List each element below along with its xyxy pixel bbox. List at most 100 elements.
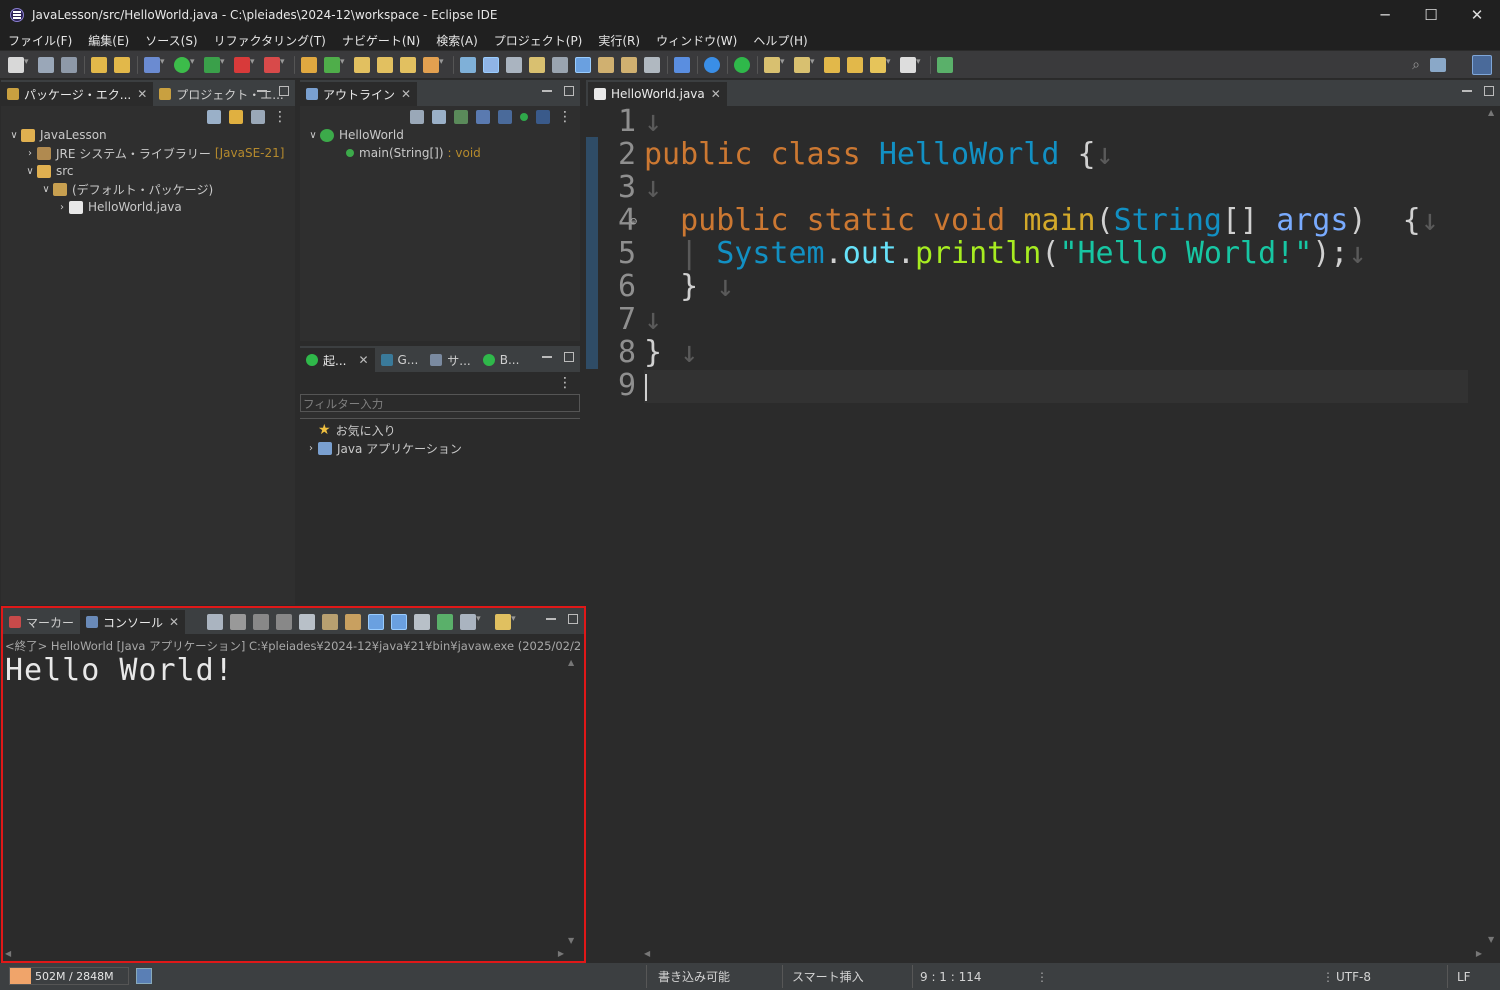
hide-static-icon[interactable]	[476, 110, 490, 124]
scroll-left-icon[interactable]: ◀	[5, 949, 11, 958]
scroll-lock-icon[interactable]	[322, 614, 339, 630]
chevron-down-icon[interactable]: ∨	[23, 166, 37, 177]
line-ending[interactable]: LF	[1457, 963, 1471, 990]
forward-arrow-icon[interactable]	[900, 56, 921, 73]
view-menu-icon[interactable]: ⋮	[558, 110, 572, 124]
tab-gradle[interactable]: G...	[375, 348, 425, 372]
run-icon[interactable]	[174, 56, 195, 73]
new-class-icon[interactable]	[324, 56, 345, 73]
close-tab-icon[interactable]: ✕	[137, 87, 147, 101]
maximize-panel-icon[interactable]	[1484, 86, 1494, 96]
fold-icon[interactable]: ⊖	[630, 214, 637, 228]
new-java-project-icon[interactable]	[301, 56, 317, 73]
editor-horizontal-scrollbar[interactable]: ◀ ▶	[642, 946, 1484, 962]
remove-launch-icon[interactable]	[253, 614, 270, 630]
display-console-icon[interactable]	[437, 614, 454, 630]
console-output[interactable]: Hello World!	[5, 653, 234, 688]
chevron-right-icon[interactable]: ›	[23, 148, 37, 159]
tab-launch[interactable]: 起... ✕	[300, 348, 375, 372]
filter-icon[interactable]	[251, 110, 265, 124]
menu-window[interactable]: ウィンドウ(W)	[656, 32, 737, 49]
save-icon[interactable]	[38, 56, 54, 73]
maximize-panel-icon[interactable]	[568, 614, 578, 624]
view-menu-icon[interactable]: ⋮	[273, 110, 287, 124]
pin-console-icon[interactable]	[414, 614, 431, 630]
tab-markers[interactable]: マーカー	[3, 610, 80, 634]
terminal-icon[interactable]	[674, 56, 690, 73]
tree-item-favorites[interactable]: ★ お気に入り	[304, 421, 580, 439]
menu-file[interactable]: ファイル(F)	[8, 32, 72, 49]
hide-local-types-icon[interactable]	[520, 113, 528, 121]
next-annotation-icon[interactable]	[529, 56, 545, 73]
minimize-panel-icon[interactable]	[1462, 86, 1472, 92]
scroll-right-icon[interactable]: ▶	[558, 949, 564, 958]
collapse-all-icon[interactable]	[410, 110, 424, 124]
maximize-panel-icon[interactable]	[564, 86, 574, 96]
filter-input[interactable]: フィルター入力	[300, 394, 580, 412]
minimize-panel-icon[interactable]	[542, 352, 552, 358]
menu-search[interactable]: 検索(A)	[436, 32, 478, 49]
terminate-icon[interactable]	[230, 614, 247, 630]
hide-fields-icon[interactable]	[454, 110, 468, 124]
scroll-right-icon[interactable]: ▶	[1476, 949, 1482, 958]
word-wrap-icon[interactable]	[345, 614, 362, 630]
heap-status[interactable]: 502M / 2848M	[9, 967, 129, 985]
garbage-collect-icon[interactable]	[136, 968, 152, 984]
code-editor[interactable]: HelloWorld.java ✕ 1 ↓ 2 public class Hel…	[586, 80, 1500, 962]
hide-nonpublic-icon[interactable]	[498, 110, 512, 124]
link-with-editor-icon[interactable]	[229, 110, 243, 124]
clear-console-icon[interactable]	[299, 614, 316, 630]
outline-item-method[interactable]: main(String[]) : void	[306, 144, 580, 162]
tab-helloworld-java[interactable]: HelloWorld.java ✕	[588, 82, 727, 106]
tree-item-project[interactable]: ∨ JavaLesson	[7, 126, 295, 144]
insert-mode-status[interactable]: スマート挿入	[792, 963, 864, 990]
new-icon[interactable]	[8, 56, 29, 73]
menu-source[interactable]: ソース(S)	[145, 32, 197, 49]
back-arrow-icon[interactable]	[870, 56, 891, 73]
outline-item-class[interactable]: ∨ HelloWorld	[306, 126, 580, 144]
show-stderr-icon[interactable]	[391, 614, 408, 630]
external-tools-icon[interactable]	[204, 56, 225, 73]
next-annotation-nav-icon[interactable]	[764, 56, 785, 73]
server-start-icon[interactable]	[734, 56, 750, 73]
close-tab-icon[interactable]: ✕	[358, 353, 368, 367]
java-perspective-icon[interactable]	[1472, 55, 1492, 75]
collapse-all-icon[interactable]	[207, 110, 221, 124]
tab-boot[interactable]: B...	[477, 348, 526, 372]
search-tool-icon[interactable]	[423, 56, 444, 73]
scroll-left-icon[interactable]: ◀	[644, 949, 650, 958]
chevron-right-icon[interactable]: ›	[304, 443, 318, 454]
minimize-panel-icon[interactable]	[546, 614, 556, 620]
whitespace-icon[interactable]	[552, 56, 568, 73]
close-tab-icon[interactable]: ✕	[711, 87, 721, 101]
menu-help[interactable]: ヘルプ(H)	[753, 32, 807, 49]
open-type-hierarchy-icon[interactable]	[644, 56, 660, 73]
refactor-icon[interactable]	[598, 56, 614, 73]
scroll-down-icon[interactable]: ▼	[568, 936, 574, 945]
minimize-panel-icon[interactable]	[257, 86, 267, 92]
scroll-down-icon[interactable]: ▼	[1488, 935, 1494, 944]
scroll-up-icon[interactable]: ▲	[1488, 108, 1494, 117]
prev-annotation-nav-icon[interactable]	[794, 56, 815, 73]
console-vertical-scrollbar[interactable]: ▲ ▼	[566, 658, 580, 945]
maximize-button[interactable]: ☐	[1408, 0, 1454, 30]
sync-icon[interactable]	[207, 614, 224, 630]
open-task-icon[interactable]	[377, 56, 393, 73]
menu-run[interactable]: 実行(R)	[598, 32, 640, 49]
chevron-down-icon[interactable]: ∨	[306, 130, 320, 141]
chevron-down-icon[interactable]: ∨	[39, 184, 53, 195]
tab-servers[interactable]: サ...	[424, 348, 476, 372]
tree-item-java-app[interactable]: › Java アプリケーション	[304, 439, 580, 457]
link-icon[interactable]	[536, 110, 550, 124]
tree-item-src[interactable]: ∨ src	[7, 162, 295, 180]
view-menu-icon[interactable]: ⋮	[558, 376, 572, 390]
toggle-block-icon[interactable]	[506, 56, 522, 73]
coverage-icon[interactable]	[264, 56, 285, 73]
toggle-highlight-icon[interactable]	[483, 56, 499, 73]
settings-gear-icon[interactable]	[704, 56, 720, 73]
scroll-up-icon[interactable]: ▲	[568, 658, 574, 667]
close-tab-icon[interactable]: ✕	[401, 87, 411, 101]
menu-edit[interactable]: 編集(E)	[88, 32, 129, 49]
save-all-icon[interactable]	[61, 56, 77, 73]
tab-console[interactable]: コンソール ✕	[80, 610, 186, 634]
